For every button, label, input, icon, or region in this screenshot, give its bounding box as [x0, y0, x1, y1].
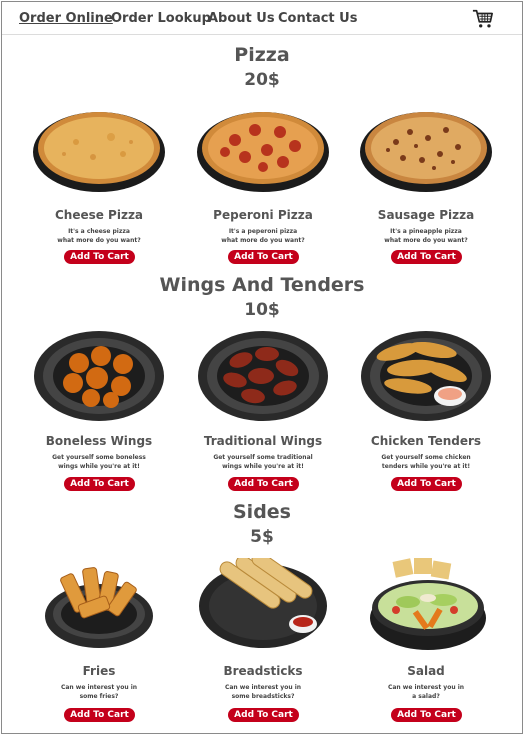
item-description: Can we interest you in a salad?	[387, 684, 465, 700]
item-description: It's a pineapple pizza what more do you w…	[384, 228, 468, 244]
add-to-cart-button[interactable]: Add To Cart	[64, 250, 135, 264]
nav-order-lookup[interactable]: Order Lookup	[111, 11, 211, 26]
item-name: Salad	[407, 664, 445, 678]
item-name: Chicken Tenders	[370, 434, 482, 448]
menu-item-traditional-wings: Traditional Wings Get yourself some trad…	[188, 328, 338, 491]
item-description: It's a peperoni pizza what more do you wa…	[221, 228, 305, 244]
item-name: Sausage Pizza	[377, 208, 475, 222]
item-description: Get yourself some traditional wings while…	[213, 454, 313, 470]
item-name: Cheese Pizza	[54, 208, 144, 222]
add-to-cart-button[interactable]: Add To Cart	[228, 477, 299, 491]
page-frame: Order Online Order Lookup About Us Conta…	[1, 1, 523, 734]
add-to-cart-button[interactable]: Add To Cart	[228, 708, 299, 722]
section-price-pizza: 20$	[244, 70, 280, 90]
shopping-cart-icon[interactable]	[472, 8, 494, 30]
menu-item-salad: Salad Can we interest you in a salad? Add…	[351, 558, 501, 722]
section-title-wings-and-tenders: Wings And Tenders	[159, 274, 365, 296]
section-title-sides: Sides	[233, 501, 291, 523]
item-name: Peperoni Pizza	[213, 208, 313, 222]
fries-image	[45, 567, 153, 648]
menu-item-sausage-pizza: Sausage Pizza It's a pineapple pizza what…	[351, 102, 501, 264]
item-description: Can we interest you in some breadsticks?	[224, 684, 302, 700]
item-name: Traditional Wings	[203, 434, 323, 448]
section-title-pizza: Pizza	[234, 44, 290, 66]
item-name: Boneless Wings	[45, 434, 153, 448]
item-description: Get yourself some chicken tenders while y…	[381, 454, 471, 470]
menu-item-breadsticks: Breadsticks Can we interest you in some b…	[188, 558, 338, 722]
peperoni-pizza-image	[197, 112, 329, 192]
salad-image	[370, 558, 486, 650]
menu-item-fries: Fries Can we interest you in some fries? …	[24, 558, 174, 722]
top-nav: Order Online Order Lookup About Us Conta…	[2, 2, 522, 35]
boneless-wings-image	[34, 331, 164, 421]
item-name: Fries	[82, 664, 116, 678]
section-price-sides: 5$	[250, 527, 274, 547]
menu-item-peperoni-pizza: Peperoni Pizza It's a peperoni pizza what…	[188, 102, 338, 264]
add-to-cart-button[interactable]: Add To Cart	[391, 477, 462, 491]
nav-order-online[interactable]: Order Online	[19, 11, 113, 26]
nav-about-us[interactable]: About Us	[208, 11, 275, 26]
menu-item-boneless-wings: Boneless Wings Get yourself some boneles…	[24, 328, 174, 491]
sausage-pizza-image	[360, 112, 492, 192]
add-to-cart-button[interactable]: Add To Cart	[64, 708, 135, 722]
traditional-wings-image	[198, 331, 328, 421]
add-to-cart-button[interactable]: Add To Cart	[391, 250, 462, 264]
section-price-wings-and-tenders: 10$	[244, 300, 280, 320]
cheese-pizza-image	[33, 112, 165, 192]
menu-item-cheese-pizza: Cheese Pizza It's a cheese pizza what mor…	[24, 102, 174, 264]
menu-item-chicken-tenders: Chicken Tenders Get yourself some chicke…	[351, 328, 501, 491]
item-description: It's a cheese pizza what more do you want…	[57, 228, 141, 244]
item-description: Get yourself some boneless wings while yo…	[52, 454, 146, 470]
item-name: Breadsticks	[223, 664, 303, 678]
item-description: Can we interest you in some fries?	[60, 684, 138, 700]
nav-contact-us[interactable]: Contact Us	[278, 11, 357, 26]
chicken-tenders-image	[361, 331, 491, 421]
add-to-cart-button[interactable]: Add To Cart	[64, 477, 135, 491]
add-to-cart-button[interactable]: Add To Cart	[391, 708, 462, 722]
add-to-cart-button[interactable]: Add To Cart	[228, 250, 299, 264]
breadsticks-image	[199, 558, 327, 648]
